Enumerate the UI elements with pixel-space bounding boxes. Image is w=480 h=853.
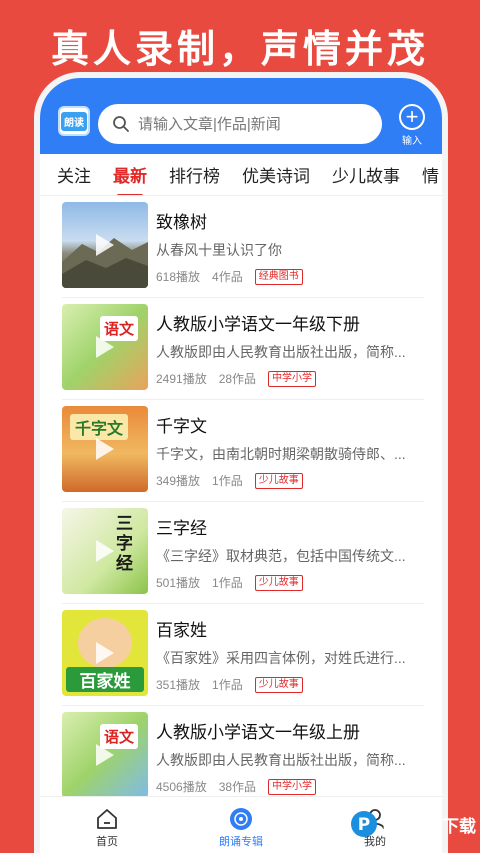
- item-description: 从春风十里认识了你: [156, 242, 282, 258]
- nav-album[interactable]: 朗诵专辑: [174, 797, 308, 853]
- item-works: 38作品: [218, 780, 257, 794]
- item-tag: 中学小学: [268, 778, 317, 795]
- item-thumbnail[interactable]: 三字经: [62, 508, 148, 594]
- item-thumbnail[interactable]: 千字文: [62, 406, 148, 492]
- tab-follow[interactable]: 关注: [57, 158, 91, 191]
- search-input[interactable]: [138, 115, 358, 133]
- item-title: 人教版小学语文一年级下册: [156, 315, 360, 334]
- play-icon: [96, 438, 114, 460]
- play-icon: [96, 540, 114, 562]
- top-bar: 朗读 + 输入: [40, 78, 442, 154]
- play-icon: [96, 744, 114, 766]
- category-tabs: 关注 最新 排行榜 优美诗词 少儿故事 情: [40, 154, 442, 196]
- home-icon: [97, 809, 117, 829]
- item-plays: 618播放: [156, 270, 201, 284]
- item-tag: 少儿故事: [254, 676, 303, 693]
- tab-partial[interactable]: 情: [422, 158, 439, 191]
- phone-frame: 朗读 + 输入 关注 最新 排行榜 优美诗词 少儿故事 情: [40, 78, 442, 853]
- play-icon: [96, 234, 114, 256]
- item-tag: 少儿故事: [254, 472, 303, 489]
- nav-home[interactable]: 首页: [40, 797, 174, 853]
- item-title: 人教版小学语文一年级上册: [156, 723, 360, 742]
- item-description: 人教版即由人民教育出版社出版，简称...: [156, 344, 406, 360]
- list-item[interactable]: 百家姓 百家姓 《百家姓》采用四言体例，对姓氏进行... 351播放 1作品 少…: [62, 604, 424, 706]
- item-plays: 349播放: [156, 474, 201, 488]
- content-list: 致橡树 从春风十里认识了你 618播放 4作品 经典图书 语文 人教版小学语文一…: [40, 196, 442, 808]
- nav-album-label: 朗诵专辑: [219, 836, 263, 848]
- item-thumbnail[interactable]: 语文: [62, 712, 148, 798]
- item-plays: 2491播放: [156, 372, 207, 386]
- tab-latest[interactable]: 最新: [113, 158, 147, 195]
- input-button[interactable]: + 输入: [392, 104, 432, 147]
- item-description: 人教版即由人民教育出版社出版，简称...: [156, 752, 406, 768]
- watermark: P PCPOP下载: [349, 809, 476, 839]
- search-icon: [113, 116, 129, 132]
- list-item[interactable]: 语文 人教版小学语文一年级上册 人教版即由人民教育出版社出版，简称... 450…: [62, 706, 424, 808]
- input-button-label: 输入: [402, 136, 422, 147]
- item-description: 千字文，由南北朝时期梁朝散骑侍郎、...: [156, 446, 406, 462]
- list-item[interactable]: 致橡树 从春风十里认识了你 618播放 4作品 经典图书: [62, 196, 424, 298]
- item-works: 1作品: [212, 576, 243, 590]
- item-thumbnail[interactable]: 百家姓: [62, 610, 148, 696]
- item-thumbnail[interactable]: [62, 202, 148, 288]
- item-works: 1作品: [212, 474, 243, 488]
- item-title: 千字文: [156, 417, 207, 436]
- play-icon: [96, 642, 114, 664]
- disc-icon: [230, 808, 252, 830]
- promo-headline: 真人录制，声情并茂: [50, 26, 429, 71]
- plus-icon: +: [399, 104, 425, 130]
- search-bar[interactable]: [98, 104, 382, 144]
- list-item[interactable]: 语文 人教版小学语文一年级下册 人教版即由人民教育出版社出版，简称... 249…: [62, 298, 424, 400]
- thumb-title-text: 三字经: [116, 514, 133, 574]
- app-logo[interactable]: 朗读: [58, 106, 90, 136]
- item-plays: 501播放: [156, 576, 201, 590]
- play-icon: [96, 336, 114, 358]
- item-tag: 经典图书: [254, 268, 303, 285]
- thumb-title-text: 千字文: [70, 414, 129, 440]
- thumb-title-text: 百家姓: [66, 667, 144, 692]
- svg-text:P: P: [358, 815, 370, 835]
- item-thumbnail[interactable]: 语文: [62, 304, 148, 390]
- item-plays: 351播放: [156, 678, 201, 692]
- item-description: 《百家姓》采用四言体例，对姓氏进行...: [156, 650, 406, 666]
- app-logo-text: 朗读: [61, 111, 87, 131]
- item-title: 百家姓: [156, 621, 207, 640]
- item-works: 1作品: [212, 678, 243, 692]
- item-works: 4作品: [212, 270, 243, 284]
- item-tag: 中学小学: [268, 370, 317, 387]
- item-tag: 少儿故事: [254, 574, 303, 591]
- tab-ranking[interactable]: 排行榜: [169, 158, 220, 191]
- list-item[interactable]: 三字经 三字经 《三字经》取材典范，包括中国传统文... 501播放 1作品 少…: [62, 502, 424, 604]
- tab-poetry[interactable]: 优美诗词: [242, 158, 310, 191]
- tab-children-stories[interactable]: 少儿故事: [332, 158, 400, 191]
- watermark-text: PCPOP下载: [382, 816, 476, 836]
- pcpop-logo-icon: P: [351, 811, 378, 837]
- item-title: 致橡树: [156, 213, 207, 232]
- nav-home-label: 首页: [96, 836, 118, 848]
- item-description: 《三字经》取材典范，包括中国传统文...: [156, 548, 406, 564]
- item-works: 28作品: [218, 372, 257, 386]
- item-title: 三字经: [156, 519, 207, 538]
- item-plays: 4506播放: [156, 780, 207, 794]
- list-item[interactable]: 千字文 千字文 千字文，由南北朝时期梁朝散骑侍郎、... 349播放 1作品 少…: [62, 400, 424, 502]
